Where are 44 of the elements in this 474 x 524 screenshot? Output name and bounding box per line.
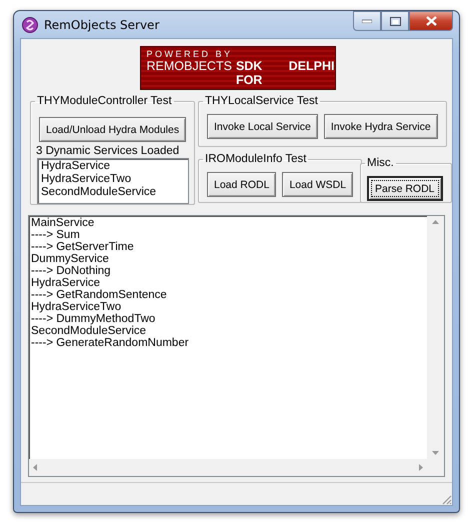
maximize-button[interactable] [381,11,409,31]
minimize-button[interactable] [353,11,381,31]
log-line: ----> DoNothing [31,265,112,277]
log-line: ----> GetServerTime [31,241,135,253]
log-line: HydraServiceTwo [31,301,122,313]
log-line: ----> DummyMethodTwo [31,313,156,325]
push-button[interactable]: Invoke Hydra Service [324,114,438,139]
log-line: ----> Sum [31,229,81,241]
vertical-scrollbar[interactable] [427,216,444,459]
close-icon [426,16,436,26]
push-button[interactable]: Invoke Local Service [207,114,318,139]
group-title: THYModuleController Test [36,95,173,107]
app-icon [22,16,38,32]
scroll-right-icon[interactable] [419,464,423,471]
minimize-icon [362,19,372,23]
list-item[interactable]: SecondModuleService [41,186,186,199]
push-button[interactable]: Load/Unload Hydra Modules [39,117,186,142]
banner-product: SDK FOR [236,59,264,87]
group-title: IROModuleInfo Test [204,153,308,165]
resize-grip-icon[interactable] [440,493,452,505]
maximize-icon [390,16,400,26]
push-button[interactable]: Parse RODL [367,176,443,201]
scroll-left-icon[interactable] [33,464,37,471]
window-title: RemObjects Server [44,18,160,32]
group-title: Misc. [366,157,395,169]
log-line: ----> GetRandomSentence [31,289,168,301]
banner-platform: DELPHI [288,59,334,75]
log-line: SecondModuleService [31,325,148,337]
log-line: DummyService [31,253,110,265]
scroll-up-icon[interactable] [432,220,439,224]
status-label: 3 Dynamic Services Loaded [36,145,180,157]
list-item[interactable]: HydraService [41,160,186,173]
horizontal-scrollbar[interactable] [29,459,427,476]
push-button[interactable]: Load RODL [207,172,276,197]
close-button[interactable] [409,11,453,31]
scroll-down-icon[interactable] [432,451,439,455]
log-line: HydraService [31,277,102,289]
log-line: ----> GenerateRandomNumber [31,337,190,349]
banner-brand: REMOBJECTS [146,59,232,75]
log-line: MainService [31,217,96,229]
list-item[interactable]: HydraServiceTwo [41,173,186,186]
push-button[interactable]: Load WSDL [282,172,354,197]
group-title: THYLocalService Test [204,95,319,107]
banner-tagline: POWERED BY [146,49,234,59]
